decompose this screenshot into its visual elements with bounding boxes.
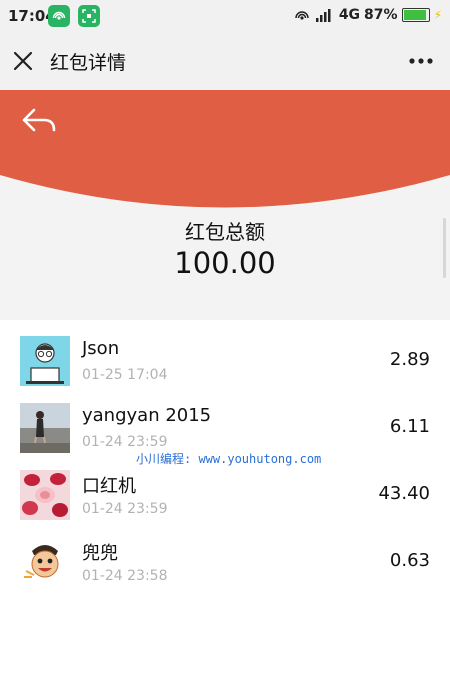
- battery-percent: 87%: [364, 7, 398, 23]
- record-name: yangyan 2015: [82, 405, 212, 426]
- record-amount: 6.11: [389, 416, 430, 437]
- record-name: Json: [82, 338, 120, 359]
- record-amount: 0.63: [389, 550, 430, 571]
- charging-icon: ⚡: [433, 8, 442, 22]
- record-name: 兜兜: [82, 543, 118, 564]
- scan-icon: [78, 5, 100, 27]
- back-button[interactable]: [20, 104, 60, 136]
- record-time: 01-24 23:58: [82, 568, 168, 584]
- scroll-indicator: [443, 218, 446, 278]
- avatar: [20, 336, 70, 386]
- status-right: 4G 87% ⚡: [293, 7, 442, 23]
- list-item[interactable]: 兜兜 01-24 23:58 0.63: [0, 531, 450, 595]
- record-amount: 2.89: [389, 349, 430, 370]
- back-arrow-icon: [22, 108, 56, 132]
- total-label: 红包总额: [185, 220, 265, 244]
- more-icon: [409, 58, 433, 64]
- close-button[interactable]: [8, 46, 38, 76]
- record-time: 01-25 17:04: [82, 367, 168, 383]
- hotspot-status-icon: [295, 11, 309, 20]
- avatar: [20, 470, 70, 520]
- close-icon: [13, 51, 33, 71]
- record-amount: 43.40: [378, 483, 430, 504]
- list-item[interactable]: Json 01-25 17:04 2.89: [0, 330, 450, 394]
- hotspot-icon: [48, 5, 70, 27]
- network-label: 4G: [338, 7, 361, 23]
- record-time: 01-24 23:59: [82, 501, 168, 517]
- avatar: [20, 403, 70, 453]
- watermark-text: 小川编程: www.youhutong.com: [136, 452, 322, 466]
- avatar: [20, 537, 70, 587]
- status-bar: 17:04 4G 87% ⚡: [0, 0, 450, 32]
- total-amount: 100.00: [174, 246, 276, 280]
- signal-icon: [315, 9, 331, 22]
- battery-icon: [401, 8, 430, 22]
- more-button[interactable]: [406, 46, 436, 76]
- torn-paper-edge: [0, 280, 450, 294]
- record-name: 口红机: [82, 476, 136, 497]
- list-item[interactable]: 口红机 01-24 23:59 43.40: [0, 464, 450, 528]
- nav-bar: 红包详情: [0, 32, 450, 90]
- page-title: 红包详情: [50, 52, 127, 74]
- record-time: 01-24 23:59: [82, 434, 168, 450]
